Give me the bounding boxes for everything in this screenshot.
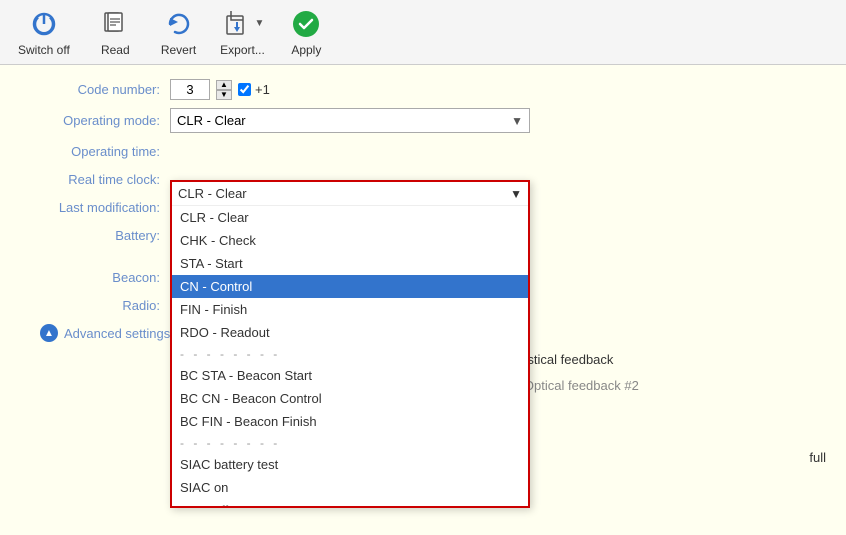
dropdown-separator: - - - - - - - - <box>172 344 528 364</box>
dropdown-item[interactable]: BC STA - Beacon Start <box>172 364 528 387</box>
dropdown-item[interactable]: BC CN - Beacon Control <box>172 387 528 410</box>
switch-off-label: Switch off <box>18 43 70 57</box>
operating-mode-label: Operating mode: <box>20 113 170 128</box>
dropdown-item[interactable]: STA - Start <box>172 252 528 275</box>
plus-one-group: +1 <box>238 82 270 97</box>
form-area: Code number: ▲ ▼ +1 Operating mode: CLR … <box>0 65 846 535</box>
export-button[interactable]: ▼ Export... <box>214 4 271 61</box>
revert-label: Revert <box>161 43 196 57</box>
real-time-clock-label: Real time clock: <box>20 172 170 187</box>
dropdown-header[interactable]: CLR - Clear ▼ <box>172 182 528 206</box>
switch-off-button[interactable]: Switch off <box>8 4 80 61</box>
apply-icon <box>290 8 322 40</box>
code-number-spinner: ▲ ▼ <box>216 80 232 100</box>
export-label: Export... <box>220 43 265 57</box>
battery-label: Battery: <box>20 228 170 243</box>
code-number-input-group: ▲ ▼ +1 <box>170 79 270 100</box>
dropdown-list: CLR - ClearCHK - CheckSTA - StartCN - Co… <box>172 206 528 506</box>
read-label: Read <box>101 43 130 57</box>
radio-label: Radio: <box>20 298 170 313</box>
dropdown-item[interactable]: SIAC battery test <box>172 453 528 476</box>
spinner-down-button[interactable]: ▼ <box>216 90 232 100</box>
export-icon <box>221 8 253 40</box>
dropdown-separator: - - - - - - - - <box>172 433 528 453</box>
beacon-label: Beacon: <box>20 270 170 285</box>
advanced-settings-label[interactable]: Advanced settings: <box>64 326 174 341</box>
dropdown-item[interactable]: CN - Control <box>172 275 528 298</box>
dropdown-header-arrow: ▼ <box>510 187 522 201</box>
dropdown-item[interactable]: FIN - Finish <box>172 298 528 321</box>
operating-mode-row: Operating mode: CLR - Clear ▼ <box>0 104 846 137</box>
operating-mode-value: CLR - Clear <box>177 113 246 128</box>
revert-button[interactable]: Revert <box>151 4 206 61</box>
operating-time-row: Operating time: <box>0 137 846 165</box>
spinner-up-button[interactable]: ▲ <box>216 80 232 90</box>
dropdown-header-text: CLR - Clear <box>178 186 247 201</box>
full-text: full <box>809 450 826 465</box>
read-button[interactable]: Read <box>88 4 143 61</box>
apply-button[interactable]: Apply <box>279 4 334 61</box>
dropdown-item[interactable]: SIAC on <box>172 476 528 499</box>
advanced-settings-icon[interactable]: ▲ <box>40 324 58 342</box>
plus-one-label: +1 <box>255 82 270 97</box>
optical-feedback2-label: Optical feedback #2 <box>524 378 639 393</box>
dropdown-item[interactable]: CHK - Check <box>172 229 528 252</box>
code-number-field[interactable] <box>170 79 210 100</box>
code-number-label: Code number: <box>20 82 170 97</box>
dropdown-arrow-icon: ▼ <box>511 114 523 128</box>
dropdown-open-panel: CLR - Clear ▼ CLR - ClearCHK - CheckSTA … <box>170 180 530 508</box>
dropdown-item[interactable]: RDO - Readout <box>172 321 528 344</box>
last-modification-label: Last modification: <box>20 200 170 215</box>
plus-one-checkbox[interactable] <box>238 83 251 96</box>
dropdown-item[interactable]: BC FIN - Beacon Finish <box>172 410 528 433</box>
operating-time-label: Operating time: <box>20 144 170 159</box>
read-icon <box>99 8 131 40</box>
code-number-row: Code number: ▲ ▼ +1 <box>0 75 846 104</box>
export-dropdown-chevron: ▼ <box>255 18 265 29</box>
switch-off-icon <box>28 8 60 40</box>
operating-mode-dropdown[interactable]: CLR - Clear ▼ <box>170 108 530 133</box>
apply-label: Apply <box>291 43 321 57</box>
operating-mode-select[interactable]: CLR - Clear ▼ <box>170 108 530 133</box>
dropdown-item[interactable]: CLR - Clear <box>172 206 528 229</box>
revert-icon <box>162 8 194 40</box>
dropdown-item[interactable]: SIAC off <box>172 499 528 506</box>
toolbar: Switch off Read Revert <box>0 0 846 65</box>
